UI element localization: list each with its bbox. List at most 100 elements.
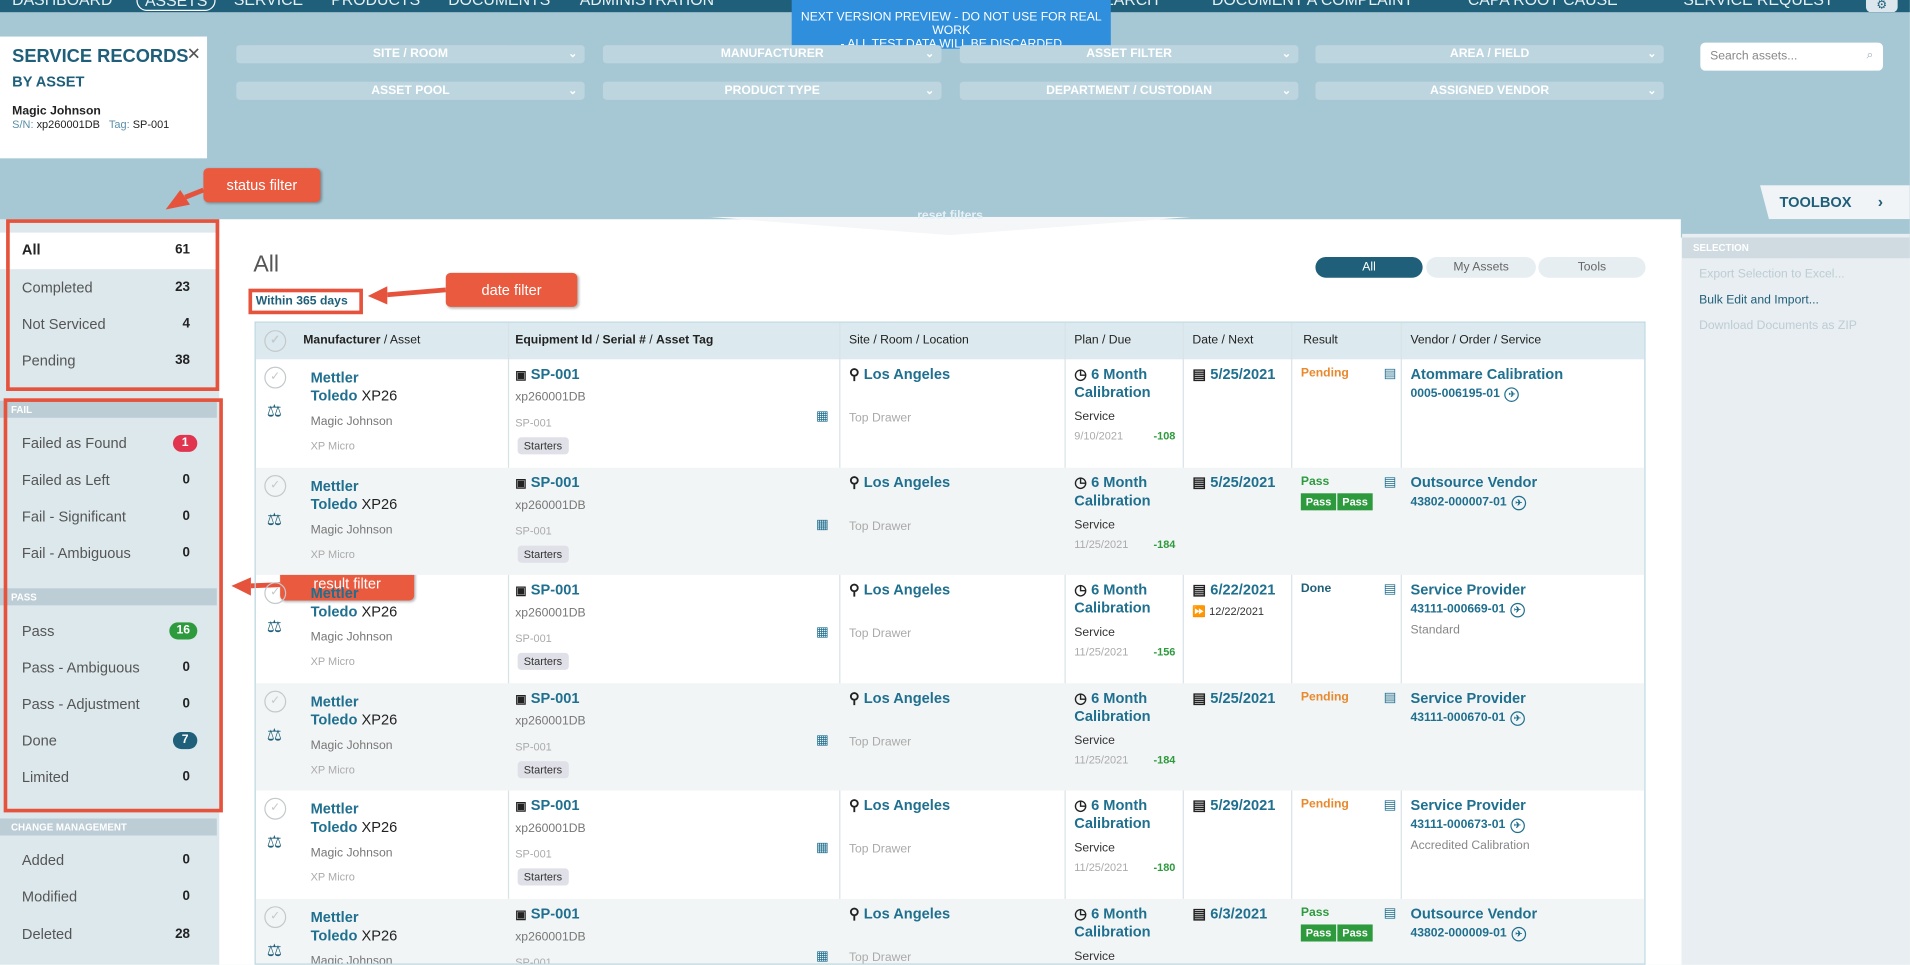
vendor-link[interactable]: Service Provider — [1410, 689, 1525, 706]
export-excel-action[interactable]: Export Selection to Excel... — [1682, 258, 1910, 284]
table-row[interactable]: ✓ ⚖ Mettler Toledo XP26 Magic Johnson XP Micr… — [255, 683, 1645, 791]
document-icon[interactable]: ▤ — [1384, 905, 1397, 921]
product-type-dropdown[interactable]: PRODUCT TYPE ⌄ — [602, 81, 942, 100]
table-row[interactable]: ✓ ⚖ Mettler Toledo XP26 Magic Johnson ▣ SP-00… — [255, 898, 1645, 964]
result-fail-significant[interactable]: Fail - Significant 0 — [0, 499, 217, 536]
manufacturer-link[interactable]: Mettler — [311, 693, 398, 711]
assigned-vendor-dropdown[interactable]: ASSIGNED VENDOR ⌄ — [1315, 81, 1664, 100]
table-row[interactable]: ✓ ⚖ Mettler Toledo XP26 Magic Johnson XP Micr… — [256, 790, 1645, 897]
plan-link-2[interactable]: Calibration — [1074, 384, 1150, 401]
status-not-serviced[interactable]: Not Serviced 4 — [0, 307, 217, 344]
document-icon[interactable]: ▤ — [1384, 474, 1397, 490]
service-icon[interactable]: ✈ — [1511, 495, 1527, 511]
document-icon[interactable]: ▤ — [1384, 581, 1397, 597]
service-icon[interactable]: ✈ — [1510, 711, 1525, 726]
bulk-edit-action[interactable]: Bulk Edit and Import... — [1682, 284, 1910, 310]
status-all[interactable]: All 61 — [0, 232, 217, 270]
plan-link[interactable]: 6 Month — [1091, 474, 1147, 491]
equipment-id-link[interactable]: SP-001 — [531, 797, 580, 814]
manufacturer-link-2[interactable]: Toledo — [311, 603, 358, 620]
asset-filter-dropdown[interactable]: ASSET FILTER ⌄ — [959, 45, 1299, 64]
manufacturer-link-2[interactable]: Toledo — [311, 496, 358, 513]
manufacturer-link[interactable]: Mettler — [311, 909, 398, 927]
plan-link-2[interactable]: Calibration — [1074, 815, 1150, 832]
result-done[interactable]: Done 7 — [0, 723, 217, 760]
nav-administration[interactable]: ADMINISTRATION — [580, 0, 714, 9]
plan-link[interactable]: 6 Month — [1091, 797, 1147, 814]
change-modified[interactable]: Modified 0 — [0, 879, 217, 916]
select-all-checkbox[interactable]: ✓ — [264, 330, 287, 353]
site-link[interactable]: Los Angeles — [864, 905, 950, 922]
area-field-dropdown[interactable]: AREA / FIELD ⌄ — [1315, 45, 1664, 64]
result-failed-as-found[interactable]: Failed as Found 1 — [0, 426, 217, 463]
site-link[interactable]: Los Angeles — [864, 365, 950, 382]
calendar-icon[interactable]: ▦ — [816, 732, 829, 748]
nav-service[interactable]: SERVICE — [234, 0, 303, 9]
service-icon[interactable]: ✈ — [1511, 926, 1527, 942]
vendor-link[interactable]: Service Provider — [1410, 797, 1525, 814]
plan-link-2[interactable]: Calibration — [1074, 923, 1150, 940]
result-pass-ambiguous[interactable]: Pass - Ambiguous 0 — [0, 650, 217, 687]
row-checkbox[interactable]: ✓ — [264, 906, 287, 929]
row-checkbox[interactable]: ✓ — [264, 797, 287, 820]
service-date-link[interactable]: 6/22/2021 — [1210, 581, 1275, 598]
manufacturer-link-2[interactable]: Toledo — [311, 711, 358, 728]
calendar-icon[interactable]: ▦ — [816, 839, 829, 855]
nav-capa-root-cause[interactable]: **CAPA ROOT CAUSE** — [1456, 0, 1631, 9]
plan-link-2[interactable]: Calibration — [1074, 492, 1150, 509]
department-custodian-dropdown[interactable]: DEPARTMENT / CUSTODIAN ⌄ — [959, 81, 1299, 100]
plan-link[interactable]: 6 Month — [1091, 905, 1147, 922]
vendor-link[interactable]: Outsource Vendor — [1410, 474, 1537, 491]
row-checkbox[interactable]: ✓ — [264, 582, 287, 605]
order-link[interactable]: 43802-000007-01 — [1410, 496, 1506, 509]
plan-link-2[interactable]: Calibration — [1074, 599, 1150, 616]
equipment-id-link[interactable]: SP-001 — [531, 905, 580, 922]
site-link[interactable]: Los Angeles — [864, 474, 950, 491]
manufacturer-link[interactable]: Mettler — [311, 800, 398, 818]
plan-link-2[interactable]: Calibration — [1074, 708, 1150, 725]
nav-dashboard[interactable]: DASHBOARD — [12, 0, 112, 9]
nav-documents[interactable]: DOCUMENTS — [448, 0, 550, 9]
service-date-link[interactable]: 5/25/2021 — [1210, 365, 1275, 382]
row-checkbox[interactable]: ✓ — [264, 690, 287, 713]
tab-my-assets[interactable]: My Assets — [1426, 256, 1536, 278]
site-link[interactable]: Los Angeles — [864, 689, 950, 706]
service-icon[interactable]: ✈ — [1510, 818, 1525, 834]
tab-tools[interactable]: Tools — [1538, 256, 1646, 278]
search-input[interactable]: Search assets... ⌕ — [1700, 42, 1884, 71]
order-link[interactable]: 43111-000669-01 — [1410, 603, 1505, 616]
change-added[interactable]: Added 0 — [0, 843, 217, 880]
document-icon[interactable]: ▤ — [1384, 797, 1397, 813]
document-icon[interactable]: ▤ — [1384, 689, 1397, 706]
document-icon[interactable]: ▤ — [1384, 365, 1397, 382]
equipment-id-link[interactable]: SP-001 — [531, 474, 580, 491]
row-checkbox[interactable]: ✓ — [264, 475, 287, 497]
manufacturer-link-2[interactable]: Toledo — [311, 818, 358, 835]
vendor-link[interactable]: Atommare Calibration — [1410, 365, 1563, 382]
reset-filters-link[interactable]: reset filters — [0, 209, 1900, 222]
order-link[interactable]: 43111-000670-01 — [1410, 711, 1505, 724]
result-fail-ambiguous[interactable]: Fail - Ambiguous 0 — [0, 536, 217, 573]
tab-all[interactable]: All — [1315, 256, 1423, 278]
download-zip-action[interactable]: Download Documents as ZIP — [1682, 309, 1910, 335]
calendar-icon[interactable]: ▦ — [816, 408, 829, 424]
equipment-id-link[interactable]: SP-001 — [531, 365, 580, 382]
manufacturer-link-2[interactable]: Toledo — [311, 927, 358, 944]
change-deleted[interactable]: Deleted 28 — [0, 917, 217, 954]
manufacturer-link-2[interactable]: Toledo — [311, 387, 358, 404]
vendor-link[interactable]: Outsource Vendor — [1410, 905, 1537, 922]
gear-icon[interactable]: ⚙ — [1865, 0, 1898, 13]
service-date-link[interactable]: 5/25/2021 — [1210, 689, 1275, 706]
manufacturer-link[interactable]: Mettler — [311, 369, 398, 387]
row-checkbox[interactable]: ✓ — [264, 366, 287, 389]
site-link[interactable]: Los Angeles — [864, 797, 950, 814]
order-link[interactable]: 43111-000673-01 — [1410, 818, 1505, 831]
service-date-link[interactable]: 6/3/2021 — [1210, 905, 1267, 922]
table-row[interactable]: ✓ ⚖ Mettler Toledo XP26 Magic Johnson XP Micr… — [255, 467, 1645, 575]
date-filter[interactable]: Within 365 days — [248, 288, 363, 315]
result-failed-as-left[interactable]: Failed as Left 0 — [0, 463, 217, 500]
toolbox-button[interactable]: TOOLBOX › — [1760, 185, 1910, 220]
manufacturer-link[interactable]: Mettler — [311, 477, 398, 495]
vendor-link[interactable]: Service Provider — [1410, 581, 1525, 598]
status-pending[interactable]: Pending 38 — [0, 343, 217, 380]
